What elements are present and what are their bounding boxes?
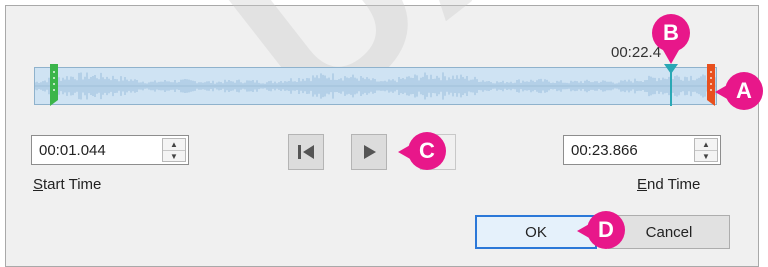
current-time-readout: 00:22.4: [611, 44, 662, 61]
callout-d: D: [587, 211, 625, 249]
end-time-mnemonic: E: [637, 176, 648, 193]
skip-back-icon: [298, 145, 314, 159]
end-time-spinbox[interactable]: ▲ ▼: [563, 135, 721, 165]
start-time-input[interactable]: [32, 136, 156, 164]
callout-a: A: [725, 72, 763, 110]
play-button[interactable]: [351, 134, 387, 170]
spin-down-icon[interactable]: ▼: [163, 150, 185, 162]
cancel-button[interactable]: Cancel: [608, 215, 730, 249]
previous-frame-button[interactable]: [288, 134, 324, 170]
spin-up-icon[interactable]: ▲: [695, 139, 717, 150]
start-time-spin-buttons[interactable]: ▲ ▼: [162, 138, 186, 162]
callout-b: B: [652, 14, 690, 52]
spin-up-icon[interactable]: ▲: [163, 139, 185, 150]
start-time-label-text: tart Time: [43, 176, 102, 193]
end-time-label-text: nd Time: [647, 176, 701, 193]
play-icon: [364, 145, 376, 159]
spin-down-icon[interactable]: ▼: [695, 150, 717, 162]
end-time-label: End Time: [637, 176, 700, 193]
callout-b-pointer: [663, 50, 679, 64]
start-time-spinbox[interactable]: ▲ ▼: [31, 135, 189, 165]
start-time-mnemonic: S: [33, 176, 44, 193]
end-time-spin-buttons[interactable]: ▲ ▼: [694, 138, 718, 162]
callout-c: C: [408, 132, 446, 170]
audio-waveform[interactable]: [34, 67, 717, 105]
start-time-label: Start Time: [33, 176, 101, 193]
playhead-marker[interactable]: [660, 62, 682, 108]
end-time-input[interactable]: [564, 136, 688, 164]
start-trim-handle[interactable]: [49, 64, 59, 106]
waveform-graphic: [35, 72, 716, 100]
